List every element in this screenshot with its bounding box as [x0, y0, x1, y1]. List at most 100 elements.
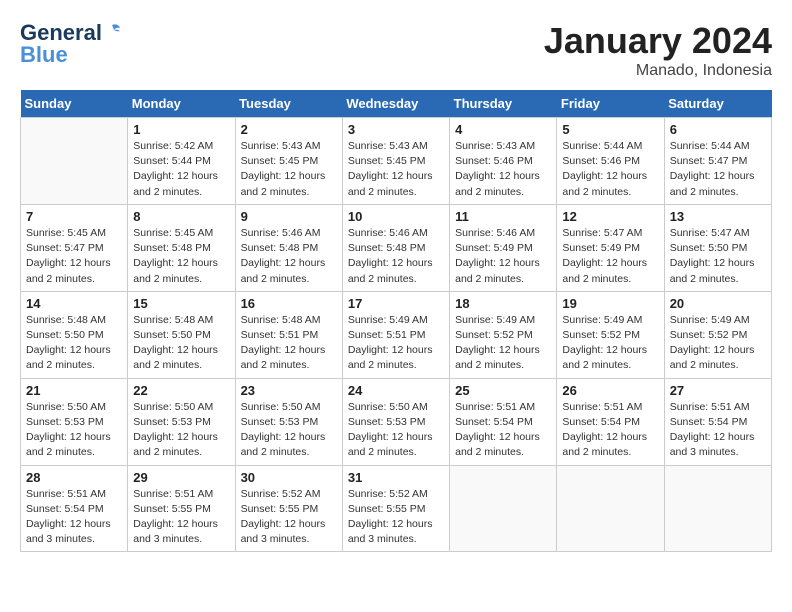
day-cell [450, 465, 557, 552]
day-cell: 7 Sunrise: 5:45 AM Sunset: 5:47 PM Daylig… [21, 204, 128, 291]
day-cell: 3Sunrise: 5:43 AM Sunset: 5:45 PM Daylig… [342, 118, 449, 205]
day-info: Sunrise: 5:51 AM Sunset: 5:55 PM Dayligh… [133, 487, 229, 548]
col-header-wednesday: Wednesday [342, 90, 449, 118]
day-info: Sunrise: 5:52 AM Sunset: 5:55 PM Dayligh… [241, 487, 337, 548]
day-cell: 17Sunrise: 5:49 AM Sunset: 5:51 PM Dayli… [342, 291, 449, 378]
day-cell: 21 Sunrise: 5:50 AM Sunset: 5:53 PM Dayli… [21, 378, 128, 465]
day-number: 21 [26, 383, 122, 398]
week-row-4: 21 Sunrise: 5:50 AM Sunset: 5:53 PM Dayli… [21, 378, 772, 465]
day-number: 19 [562, 296, 658, 311]
day-info: Sunrise: 5:50 AM Sunset: 5:53 PM Dayligh… [26, 400, 122, 461]
calendar-table: SundayMondayTuesdayWednesdayThursdayFrid… [20, 90, 772, 552]
day-info: Sunrise: 5:48 AM Sunset: 5:50 PM Dayligh… [26, 313, 122, 374]
day-number: 12 [562, 209, 658, 224]
day-cell: 19 Sunrise: 5:49 AM Sunset: 5:52 PM Dayli… [557, 291, 664, 378]
col-header-sunday: Sunday [21, 90, 128, 118]
day-number: 20 [670, 296, 766, 311]
logo-bird-icon [104, 22, 122, 40]
day-cell: 16 Sunrise: 5:48 AM Sunset: 5:51 PM Dayli… [235, 291, 342, 378]
day-number: 15 [133, 296, 229, 311]
calendar-title: January 2024 [544, 20, 772, 62]
day-number: 25 [455, 383, 551, 398]
day-info: Sunrise: 5:49 AM Sunset: 5:52 PM Dayligh… [670, 313, 766, 374]
day-info: Sunrise: 5:46 AM Sunset: 5:48 PM Dayligh… [241, 226, 337, 287]
day-cell: 6 Sunrise: 5:44 AM Sunset: 5:47 PM Daylig… [664, 118, 771, 205]
day-number: 30 [241, 470, 337, 485]
day-info: Sunrise: 5:48 AM Sunset: 5:51 PM Dayligh… [241, 313, 337, 374]
day-cell: 2 Sunrise: 5:43 AM Sunset: 5:45 PM Daylig… [235, 118, 342, 205]
day-number: 9 [241, 209, 337, 224]
day-number: 2 [241, 122, 337, 137]
day-info: Sunrise: 5:46 AM Sunset: 5:49 PM Dayligh… [455, 226, 551, 287]
day-cell: 30 Sunrise: 5:52 AM Sunset: 5:55 PM Dayli… [235, 465, 342, 552]
day-cell: 27Sunrise: 5:51 AM Sunset: 5:54 PM Dayli… [664, 378, 771, 465]
day-info: Sunrise: 5:50 AM Sunset: 5:53 PM Dayligh… [241, 400, 337, 461]
day-number: 7 [26, 209, 122, 224]
day-number: 13 [670, 209, 766, 224]
week-row-5: 28Sunrise: 5:51 AM Sunset: 5:54 PM Dayli… [21, 465, 772, 552]
day-number: 24 [348, 383, 444, 398]
day-number: 18 [455, 296, 551, 311]
day-cell: 26 Sunrise: 5:51 AM Sunset: 5:54 PM Dayli… [557, 378, 664, 465]
day-cell: 14Sunrise: 5:48 AM Sunset: 5:50 PM Dayli… [21, 291, 128, 378]
day-cell: 24Sunrise: 5:50 AM Sunset: 5:53 PM Dayli… [342, 378, 449, 465]
day-info: Sunrise: 5:49 AM Sunset: 5:52 PM Dayligh… [562, 313, 658, 374]
day-info: Sunrise: 5:49 AM Sunset: 5:51 PM Dayligh… [348, 313, 444, 374]
day-info: Sunrise: 5:51 AM Sunset: 5:54 PM Dayligh… [26, 487, 122, 548]
day-info: Sunrise: 5:44 AM Sunset: 5:47 PM Dayligh… [670, 139, 766, 200]
day-cell: 11 Sunrise: 5:46 AM Sunset: 5:49 PM Dayli… [450, 204, 557, 291]
day-info: Sunrise: 5:51 AM Sunset: 5:54 PM Dayligh… [670, 400, 766, 461]
col-header-thursday: Thursday [450, 90, 557, 118]
day-info: Sunrise: 5:50 AM Sunset: 5:53 PM Dayligh… [133, 400, 229, 461]
page-header: General Blue January 2024 Manado, Indone… [20, 20, 772, 80]
day-number: 6 [670, 122, 766, 137]
col-header-monday: Monday [128, 90, 235, 118]
day-cell [557, 465, 664, 552]
title-section: January 2024 Manado, Indonesia [544, 20, 772, 80]
day-cell: 9 Sunrise: 5:46 AM Sunset: 5:48 PM Daylig… [235, 204, 342, 291]
day-cell: 10Sunrise: 5:46 AM Sunset: 5:48 PM Dayli… [342, 204, 449, 291]
day-number: 3 [348, 122, 444, 137]
day-info: Sunrise: 5:43 AM Sunset: 5:45 PM Dayligh… [241, 139, 337, 200]
week-row-1: 1Sunrise: 5:42 AM Sunset: 5:44 PM Daylig… [21, 118, 772, 205]
day-cell: 12 Sunrise: 5:47 AM Sunset: 5:49 PM Dayli… [557, 204, 664, 291]
header-row: SundayMondayTuesdayWednesdayThursdayFrid… [21, 90, 772, 118]
day-cell [21, 118, 128, 205]
day-number: 16 [241, 296, 337, 311]
day-info: Sunrise: 5:47 AM Sunset: 5:50 PM Dayligh… [670, 226, 766, 287]
day-cell: 23 Sunrise: 5:50 AM Sunset: 5:53 PM Dayli… [235, 378, 342, 465]
day-cell: 1Sunrise: 5:42 AM Sunset: 5:44 PM Daylig… [128, 118, 235, 205]
day-info: Sunrise: 5:46 AM Sunset: 5:48 PM Dayligh… [348, 226, 444, 287]
day-cell: 22 Sunrise: 5:50 AM Sunset: 5:53 PM Dayli… [128, 378, 235, 465]
day-cell: 29 Sunrise: 5:51 AM Sunset: 5:55 PM Dayli… [128, 465, 235, 552]
day-cell: 5 Sunrise: 5:44 AM Sunset: 5:46 PM Daylig… [557, 118, 664, 205]
day-info: Sunrise: 5:45 AM Sunset: 5:47 PM Dayligh… [26, 226, 122, 287]
day-number: 23 [241, 383, 337, 398]
day-cell: 31Sunrise: 5:52 AM Sunset: 5:55 PM Dayli… [342, 465, 449, 552]
day-number: 11 [455, 209, 551, 224]
day-number: 29 [133, 470, 229, 485]
day-cell: 4 Sunrise: 5:43 AM Sunset: 5:46 PM Daylig… [450, 118, 557, 205]
day-number: 22 [133, 383, 229, 398]
day-cell: 18 Sunrise: 5:49 AM Sunset: 5:52 PM Dayli… [450, 291, 557, 378]
day-info: Sunrise: 5:51 AM Sunset: 5:54 PM Dayligh… [455, 400, 551, 461]
day-info: Sunrise: 5:51 AM Sunset: 5:54 PM Dayligh… [562, 400, 658, 461]
day-info: Sunrise: 5:49 AM Sunset: 5:52 PM Dayligh… [455, 313, 551, 374]
week-row-3: 14Sunrise: 5:48 AM Sunset: 5:50 PM Dayli… [21, 291, 772, 378]
day-number: 8 [133, 209, 229, 224]
day-info: Sunrise: 5:48 AM Sunset: 5:50 PM Dayligh… [133, 313, 229, 374]
day-number: 4 [455, 122, 551, 137]
logo-blue-text: Blue [20, 42, 68, 68]
col-header-tuesday: Tuesday [235, 90, 342, 118]
day-cell [664, 465, 771, 552]
day-cell: 8 Sunrise: 5:45 AM Sunset: 5:48 PM Daylig… [128, 204, 235, 291]
day-info: Sunrise: 5:47 AM Sunset: 5:49 PM Dayligh… [562, 226, 658, 287]
day-info: Sunrise: 5:45 AM Sunset: 5:48 PM Dayligh… [133, 226, 229, 287]
day-info: Sunrise: 5:43 AM Sunset: 5:46 PM Dayligh… [455, 139, 551, 200]
day-info: Sunrise: 5:44 AM Sunset: 5:46 PM Dayligh… [562, 139, 658, 200]
day-number: 5 [562, 122, 658, 137]
day-cell: 13 Sunrise: 5:47 AM Sunset: 5:50 PM Dayli… [664, 204, 771, 291]
logo: General Blue [20, 20, 122, 68]
col-header-saturday: Saturday [664, 90, 771, 118]
day-number: 26 [562, 383, 658, 398]
